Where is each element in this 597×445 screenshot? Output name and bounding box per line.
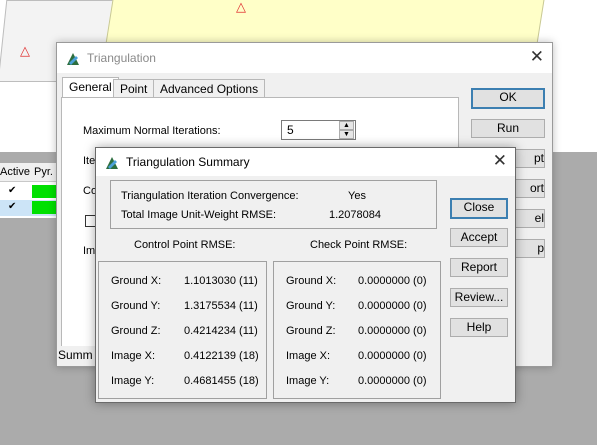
dialog-title: Triangulation xyxy=(87,51,156,65)
summary-dialog-title: Triangulation Summary xyxy=(126,155,250,169)
control-point-triangle-icon[interactable]: △ xyxy=(20,44,30,57)
cell-list-row[interactable]: ✔ xyxy=(0,184,60,200)
check-image-y-value: 0.0000000 (0) xyxy=(358,375,427,387)
max-iterations-value[interactable]: 5 xyxy=(287,123,294,137)
check-ground-y-label: Ground Y: xyxy=(286,300,336,312)
check-ground-x-label: Ground X: xyxy=(286,275,337,287)
close-icon[interactable]: ✕ xyxy=(530,47,544,67)
accept-button[interactable]: Accept xyxy=(450,228,508,247)
max-iterations-label: Maximum Normal Iterations: xyxy=(83,125,221,137)
partial-label: Ite xyxy=(83,155,96,167)
check-ground-z-label: Ground Z: xyxy=(286,325,336,337)
control-ground-x-label: Ground X: xyxy=(111,275,162,287)
control-point-rmse-group: Ground X: 1.1013030 (11) Ground Y: 1.317… xyxy=(98,261,267,399)
run-button[interactable]: Run xyxy=(471,119,545,138)
total-rmse-label: Total Image Unit-Weight RMSE: xyxy=(121,209,277,221)
pyramid-status-indicator xyxy=(32,185,58,198)
check-ground-x-value: 0.0000000 (0) xyxy=(358,275,427,287)
triangulation-app-icon xyxy=(106,157,118,169)
spin-down-icon[interactable]: ▼ xyxy=(339,130,354,139)
review-button[interactable]: Review... xyxy=(450,288,508,307)
convergence-group: Triangulation Iteration Convergence: Yes… xyxy=(110,180,437,229)
partial-label: Im xyxy=(83,245,96,257)
control-ground-y-value: 1.3175534 (11) xyxy=(184,300,258,312)
control-image-x-value: 0.4122139 (18) xyxy=(184,350,259,362)
check-image-x-label: Image X: xyxy=(286,350,331,362)
active-check-icon[interactable]: ✔ xyxy=(8,185,20,196)
check-ground-z-value: 0.0000000 (0) xyxy=(358,325,427,337)
convergence-label: Triangulation Iteration Convergence: xyxy=(121,190,299,202)
tab-point[interactable]: Point xyxy=(113,79,155,98)
tab-general[interactable]: General xyxy=(62,77,119,98)
control-point-rmse-header: Control Point RMSE: xyxy=(134,239,236,251)
close-icon[interactable]: ✕ xyxy=(493,151,507,171)
status-area: Summ xyxy=(58,346,98,362)
cell-list-row[interactable]: ✔ xyxy=(0,200,60,216)
total-rmse-value: 1.2078084 xyxy=(329,209,381,221)
report-button[interactable]: Report xyxy=(450,258,508,277)
control-point-triangle-icon[interactable]: △ xyxy=(236,0,246,13)
status-text: Summ xyxy=(58,348,93,362)
check-point-rmse-group: Ground X: 0.0000000 (0) Ground Y: 0.0000… xyxy=(273,261,441,399)
close-button[interactable]: Close xyxy=(450,198,508,219)
summary-title-bar[interactable]: Triangulation Summary ✕ xyxy=(96,148,515,176)
check-image-x-value: 0.0000000 (0) xyxy=(358,350,427,362)
control-ground-x-value: 1.1013030 (11) xyxy=(184,275,258,287)
control-image-x-label: Image X: xyxy=(111,350,156,362)
control-ground-z-label: Ground Z: xyxy=(111,325,161,337)
cell-list-header: Active Pyr. xyxy=(0,163,60,182)
control-ground-y-label: Ground Y: xyxy=(111,300,161,312)
check-ground-y-value: 0.0000000 (0) xyxy=(358,300,427,312)
ok-button[interactable]: OK xyxy=(471,88,545,109)
title-bar[interactable]: Triangulation ✕ xyxy=(57,43,552,73)
control-image-y-label: Image Y: xyxy=(111,375,155,387)
control-ground-z-value: 0.4214234 (11) xyxy=(184,325,258,337)
control-image-y-value: 0.4681455 (18) xyxy=(184,375,259,387)
pyramid-status-indicator xyxy=(32,201,58,214)
max-iterations-stepper[interactable]: 5 ▲ ▼ xyxy=(281,120,356,140)
check-image-y-label: Image Y: xyxy=(286,375,330,387)
triangulation-app-icon xyxy=(67,53,79,65)
tab-advanced-options[interactable]: Advanced Options xyxy=(153,79,266,98)
convergence-value: Yes xyxy=(348,190,366,202)
check-point-rmse-header: Check Point RMSE: xyxy=(310,239,408,251)
column-header-pyr[interactable]: Pyr. xyxy=(34,166,53,178)
active-check-icon[interactable]: ✔ xyxy=(8,201,20,212)
help-button[interactable]: Help xyxy=(450,318,508,337)
spin-up-icon[interactable]: ▲ xyxy=(339,121,354,130)
triangulation-summary-dialog: Triangulation Summary ✕ Triangulation It… xyxy=(95,147,516,403)
column-header-active[interactable]: Active xyxy=(0,166,30,178)
